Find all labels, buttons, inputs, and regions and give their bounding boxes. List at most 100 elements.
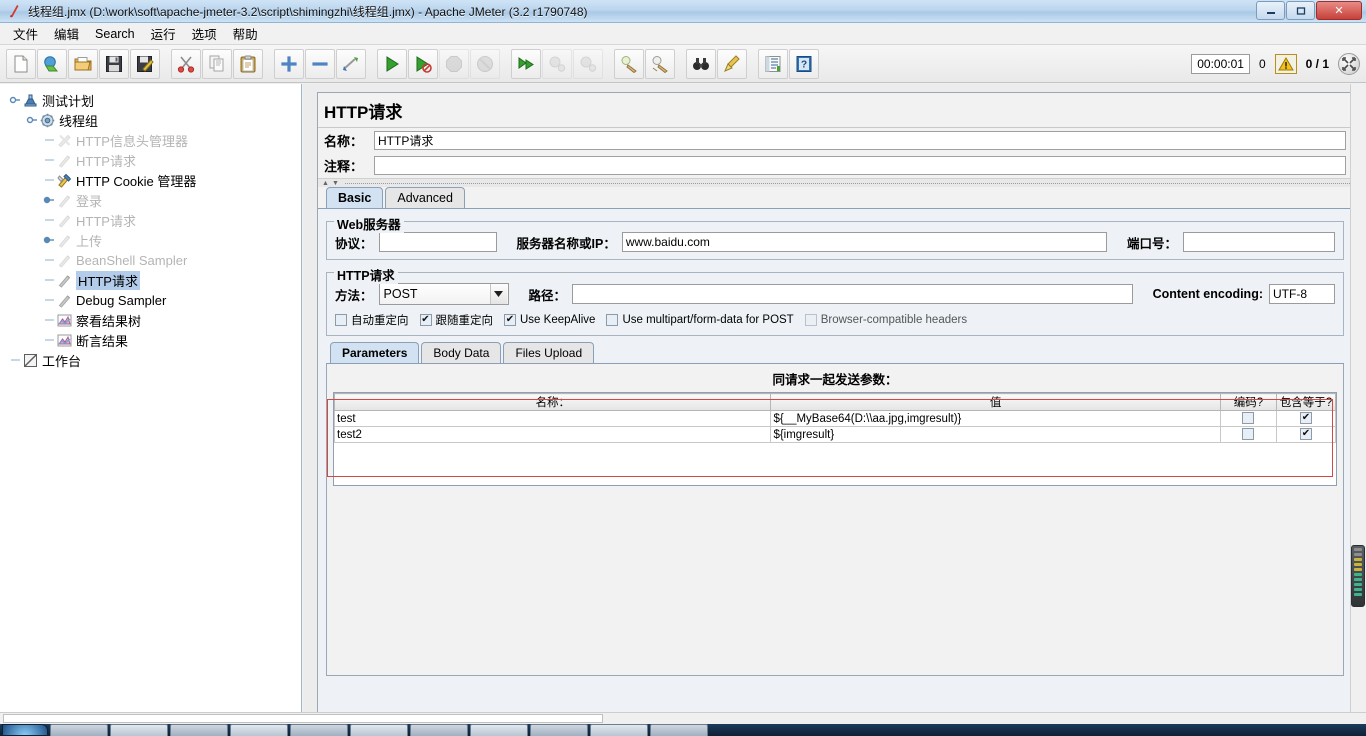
taskbar-item[interactable] bbox=[170, 724, 228, 736]
taskbar-item[interactable] bbox=[590, 724, 648, 736]
checkbox-checked-icon[interactable] bbox=[504, 314, 516, 326]
panel-splitter[interactable]: ▲ ▼ bbox=[318, 178, 1352, 187]
tree-node[interactable]: HTTP请求 bbox=[4, 150, 301, 170]
taskbar-item[interactable] bbox=[650, 724, 708, 736]
close-button[interactable]: ✕ bbox=[1316, 1, 1362, 20]
tree-node[interactable]: HTTP请求 bbox=[4, 270, 301, 290]
comment-input[interactable] bbox=[374, 156, 1346, 175]
tree-collapse-toggle-icon[interactable] bbox=[42, 193, 56, 207]
checkbox-unchecked-icon[interactable] bbox=[1242, 428, 1255, 441]
search-binoculars-icon[interactable] bbox=[686, 48, 716, 79]
taskbar-item[interactable] bbox=[110, 724, 168, 736]
col-include-equals[interactable]: 包含等于? bbox=[1275, 393, 1337, 411]
col-value[interactable]: 值 bbox=[770, 393, 1221, 411]
os-taskbar[interactable] bbox=[0, 724, 1366, 736]
chevron-down-icon[interactable] bbox=[489, 284, 507, 304]
scrollbar-thumb[interactable] bbox=[1351, 545, 1365, 607]
content-encoding-input[interactable]: UTF-8 bbox=[1269, 284, 1335, 304]
taskbar-item[interactable] bbox=[350, 724, 408, 736]
tab-parameters[interactable]: Parameters bbox=[330, 342, 420, 363]
checkbox-checked-icon[interactable] bbox=[1299, 412, 1312, 425]
tree-node[interactable]: HTTP请求 bbox=[4, 210, 301, 230]
open-folder-icon[interactable] bbox=[68, 48, 98, 79]
paste-clipboard-icon[interactable] bbox=[233, 48, 263, 79]
name-input[interactable]: HTTP请求 bbox=[374, 131, 1346, 150]
cut-scissors-icon[interactable] bbox=[171, 48, 201, 79]
parameters-table[interactable]: 名称： 值 编码? 包含等于? test ${__MyBase64(D:\\aa.… bbox=[333, 393, 1337, 443]
tab-files-upload[interactable]: Files Upload bbox=[503, 342, 595, 363]
expand-all-plus-icon[interactable] bbox=[274, 48, 304, 79]
menu-run[interactable]: 运行 bbox=[143, 22, 184, 45]
menu-options[interactable]: 选项 bbox=[184, 22, 225, 45]
menu-edit[interactable]: 编辑 bbox=[46, 22, 87, 45]
param-encode-cell[interactable] bbox=[1219, 426, 1277, 443]
param-encode-cell[interactable] bbox=[1219, 410, 1277, 427]
param-name-cell[interactable]: test2 bbox=[333, 426, 772, 443]
save-as-icon[interactable] bbox=[130, 48, 160, 79]
table-row[interactable]: test ${__MyBase64(D:\\aa.jpg,imgresult)} bbox=[333, 410, 1337, 427]
col-name[interactable]: 名称： bbox=[333, 393, 772, 411]
tab-advanced[interactable]: Advanced bbox=[385, 187, 465, 208]
tree-expand-toggle-icon[interactable] bbox=[25, 113, 39, 127]
expand-arrows-icon[interactable] bbox=[1338, 53, 1360, 75]
menu-file[interactable]: 文件 bbox=[5, 22, 46, 45]
menu-help[interactable]: 帮助 bbox=[225, 22, 266, 45]
tree-collapse-toggle-icon[interactable] bbox=[42, 233, 56, 247]
param-value-cell[interactable]: ${__MyBase64(D:\\aa.jpg,imgresult)} bbox=[770, 410, 1221, 427]
param-include-equals-cell[interactable] bbox=[1275, 410, 1337, 427]
start-play-icon[interactable] bbox=[377, 48, 407, 79]
taskbar-item[interactable] bbox=[50, 724, 108, 736]
table-row[interactable]: test2 ${imgresult} bbox=[333, 426, 1337, 443]
splitter-up-arrow-icon[interactable]: ▲ bbox=[322, 180, 329, 187]
checkbox-unchecked-icon[interactable] bbox=[606, 314, 619, 326]
checkbox-checked-icon[interactable] bbox=[419, 314, 432, 326]
path-input[interactable] bbox=[572, 284, 1133, 304]
tree-node[interactable]: 工作台 bbox=[4, 350, 301, 370]
start-button[interactable] bbox=[2, 724, 48, 736]
tree-expand-toggle-icon[interactable] bbox=[8, 93, 22, 107]
checkbox-option[interactable]: 跟随重定向 bbox=[419, 312, 493, 328]
taskbar-item[interactable] bbox=[530, 724, 588, 736]
help-book-icon[interactable]: ? bbox=[789, 48, 819, 79]
new-document-icon[interactable] bbox=[6, 48, 36, 79]
splitter-down-arrow-icon[interactable]: ▼ bbox=[332, 180, 339, 187]
tree-node[interactable]: 测试计划 bbox=[4, 90, 301, 110]
tree-node[interactable]: 断言结果 bbox=[4, 330, 301, 350]
start-no-pauses-icon[interactable] bbox=[408, 48, 438, 79]
function-helper-icon[interactable] bbox=[758, 48, 788, 79]
taskbar-item[interactable] bbox=[470, 724, 528, 736]
checkbox-option[interactable]: Browser-compatible headers bbox=[804, 314, 967, 326]
clear-all-icon[interactable] bbox=[645, 48, 675, 79]
parameters-table-wrap[interactable]: 名称： 值 编码? 包含等于? test ${__MyBase64(D:\\aa.… bbox=[333, 392, 1337, 486]
maximize-button[interactable] bbox=[1286, 1, 1315, 20]
checkbox-unchecked-icon[interactable] bbox=[1242, 412, 1255, 425]
toggle-icon[interactable] bbox=[336, 48, 366, 79]
tree-node[interactable]: 登录 bbox=[4, 190, 301, 210]
checkbox-checked-icon[interactable] bbox=[1299, 428, 1312, 441]
method-select[interactable]: POST bbox=[378, 283, 509, 305]
protocol-input[interactable] bbox=[378, 232, 497, 252]
param-include-equals-cell[interactable] bbox=[1275, 426, 1337, 443]
menu-search[interactable]: Search bbox=[87, 25, 143, 43]
collapse-all-minus-icon[interactable] bbox=[305, 48, 335, 79]
tab-body-data[interactable]: Body Data bbox=[421, 342, 502, 363]
main-vertical-scrollbar[interactable] bbox=[1350, 84, 1366, 724]
test-plan-tree[interactable]: 测试计划 线程组 HTTP信息头管理器 HTTP请求 HTTP Cookie 管理器 登录… bbox=[0, 84, 302, 724]
tree-node[interactable]: 察看结果树 bbox=[4, 310, 301, 330]
save-icon[interactable] bbox=[99, 48, 129, 79]
tree-node[interactable]: BeanShell Sampler bbox=[4, 250, 301, 270]
taskbar-item[interactable] bbox=[230, 724, 288, 736]
checkbox-option[interactable]: 自动重定向 bbox=[335, 312, 409, 328]
warning-triangle-icon[interactable] bbox=[1274, 54, 1297, 74]
reset-search-broom-icon[interactable] bbox=[717, 48, 747, 79]
server-name-input[interactable]: www.baidu.com bbox=[621, 232, 1107, 252]
taskbar-item[interactable] bbox=[290, 724, 348, 736]
checkbox-unchecked-icon[interactable] bbox=[335, 314, 347, 326]
col-encode[interactable]: 编码? bbox=[1219, 393, 1277, 411]
clear-icon[interactable] bbox=[614, 48, 644, 79]
checkbox-option[interactable]: Use KeepAlive bbox=[504, 314, 595, 326]
table-empty-space[interactable] bbox=[334, 443, 1336, 485]
checkbox-option[interactable]: Use multipart/form-data for POST bbox=[606, 314, 794, 326]
minimize-button[interactable] bbox=[1256, 1, 1285, 20]
tree-node[interactable]: Debug Sampler bbox=[4, 290, 301, 310]
